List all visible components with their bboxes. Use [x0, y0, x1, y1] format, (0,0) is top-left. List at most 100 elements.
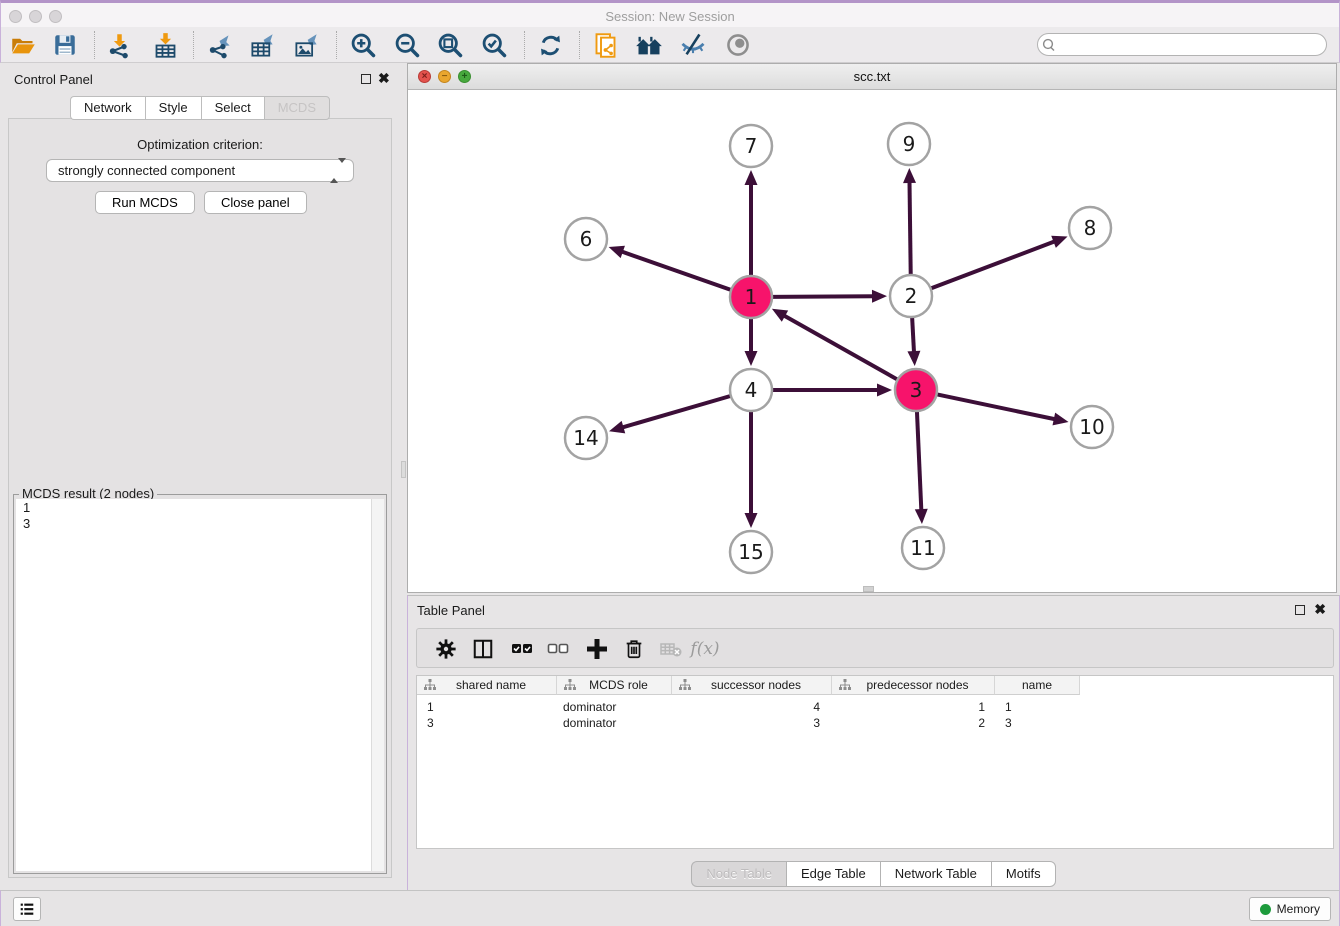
column-header[interactable]: successor nodes [672, 676, 832, 695]
close-panel-icon[interactable]: ✖ [1314, 601, 1326, 618]
main-toolbar [0, 27, 1340, 63]
attribute-icon [424, 679, 436, 691]
table-panel-title: Table Panel [417, 603, 485, 618]
table-row[interactable]: 1 dominator 4 1 1 [417, 699, 1080, 715]
column-header[interactable]: MCDS role [557, 676, 672, 695]
node-label-6: 6 [580, 227, 593, 251]
network-view-window: × − + scc.txt 1234678910111415 [407, 63, 1337, 593]
mcds-result-item: 1 [16, 499, 384, 515]
optimization-criterion-select[interactable]: strongly connected component [46, 159, 354, 182]
export-network-icon[interactable] [202, 28, 236, 62]
show-all-icon[interactable] [721, 28, 755, 62]
edge-arrowhead [915, 509, 928, 524]
deselect-all-icon[interactable] [542, 633, 574, 665]
toolbar-separator [524, 31, 525, 59]
control-panel-tabs: NetworkStyleSelectMCDS [0, 96, 400, 120]
save-session-icon[interactable] [48, 28, 82, 62]
app-title: Session: New Session [1, 9, 1339, 24]
network-graph[interactable]: 1234678910111415 [408, 90, 1336, 592]
node-label-14: 14 [573, 426, 598, 450]
table-row[interactable]: 3 dominator 3 2 3 [417, 715, 1080, 731]
select-all-icon[interactable] [506, 633, 538, 665]
export-image-icon[interactable] [289, 28, 323, 62]
tab-select[interactable]: Select [201, 96, 264, 120]
column-header[interactable]: predecessor nodes [832, 676, 995, 695]
vertical-splitter[interactable] [400, 63, 407, 890]
function-builder-icon: f(x) [689, 633, 721, 665]
close-panel-button[interactable]: Close panel [204, 191, 307, 214]
status-bar: Memory [0, 890, 1340, 926]
graph-edge-3-1[interactable] [783, 315, 897, 380]
splitter-grip[interactable] [863, 586, 874, 592]
node-label-3: 3 [910, 378, 923, 402]
edge-arrowhead [609, 421, 625, 433]
zoom-selected-icon[interactable] [477, 28, 511, 62]
graph-edge-2-9[interactable] [909, 181, 910, 275]
close-panel-icon[interactable]: ✖ [378, 70, 390, 87]
tab-motifs[interactable]: Motifs [991, 861, 1056, 887]
splitter-grip[interactable] [401, 461, 406, 478]
cell-predecessor-nodes: 2 [832, 715, 995, 731]
edge-arrowhead [745, 513, 758, 528]
graph-edge-2-3[interactable] [912, 317, 914, 353]
mcds-result-item: 3 [16, 515, 384, 531]
cell-predecessor-nodes: 1 [832, 699, 995, 715]
app-titlebar: Session: New Session [0, 0, 1340, 27]
settings-gear-icon[interactable] [430, 633, 462, 665]
column-header[interactable]: name [995, 676, 1080, 695]
network-canvas[interactable]: 1234678910111415 [408, 90, 1336, 592]
tab-style[interactable]: Style [145, 96, 201, 120]
home-icon[interactable] [632, 28, 666, 62]
edge-arrowhead [877, 384, 892, 397]
task-history-button[interactable] [13, 897, 41, 921]
delete-column-icon[interactable] [618, 633, 650, 665]
clone-network-icon[interactable] [588, 28, 622, 62]
cell-mcds-role: dominator [557, 715, 672, 731]
optimization-criterion-label: Optimization criterion: [9, 137, 391, 152]
graph-edge-2-8[interactable] [931, 241, 1056, 288]
mcds-result-fieldset: MCDS result (2 nodes) 1 3 [13, 494, 387, 874]
edge-arrowhead [1052, 413, 1068, 426]
list-icon [18, 900, 36, 918]
zoom-fit-icon[interactable] [433, 28, 467, 62]
import-table-icon[interactable] [148, 28, 182, 62]
memory-status-icon [1260, 904, 1271, 915]
tab-network[interactable]: Network [70, 96, 145, 120]
float-panel-icon[interactable] [1295, 605, 1305, 615]
tab-node-table[interactable]: Node Table [691, 861, 786, 887]
memory-button[interactable]: Memory [1249, 897, 1331, 921]
add-column-icon[interactable] [581, 633, 613, 665]
graph-edge-3-11[interactable] [917, 411, 921, 511]
column-header[interactable]: shared name [417, 676, 557, 695]
scrollbar[interactable] [371, 499, 384, 871]
tab-edge-table[interactable]: Edge Table [786, 861, 880, 887]
cell-mcds-role: dominator [557, 699, 672, 715]
zoom-in-icon[interactable] [346, 28, 380, 62]
toolbar-separator [94, 31, 95, 59]
control-panel-title: Control Panel [14, 72, 93, 87]
open-session-icon[interactable] [6, 28, 40, 62]
search-field [1037, 33, 1327, 56]
hide-selected-icon[interactable] [676, 28, 710, 62]
mcds-result-list[interactable]: 1 3 [16, 499, 384, 871]
network-window-title: scc.txt [408, 69, 1336, 84]
tab-network-table[interactable]: Network Table [880, 861, 991, 887]
column-layout-icon[interactable] [467, 633, 499, 665]
node-label-9: 9 [903, 132, 916, 156]
graph-edge-4-14[interactable] [622, 396, 731, 428]
node-table[interactable]: shared name MCDS role successor nodes pr… [416, 675, 1334, 849]
run-mcds-button[interactable]: Run MCDS [95, 191, 195, 214]
graph-edge-1-2[interactable] [772, 296, 874, 297]
tab-mcds[interactable]: MCDS [264, 96, 330, 120]
zoom-out-icon[interactable] [390, 28, 424, 62]
search-input[interactable] [1060, 35, 1326, 54]
graph-edge-1-6[interactable] [621, 251, 731, 290]
import-network-icon[interactable] [102, 28, 136, 62]
export-table-icon[interactable] [245, 28, 279, 62]
cell-name: 3 [995, 715, 1080, 731]
graph-edge-3-10[interactable] [937, 394, 1056, 419]
refresh-layout-icon[interactable] [533, 28, 567, 62]
network-window-titlebar[interactable]: × − + scc.txt [408, 64, 1336, 90]
float-panel-icon[interactable] [361, 74, 371, 84]
control-panel: Control Panel ✖ NetworkStyleSelectMCDS O… [0, 63, 400, 890]
